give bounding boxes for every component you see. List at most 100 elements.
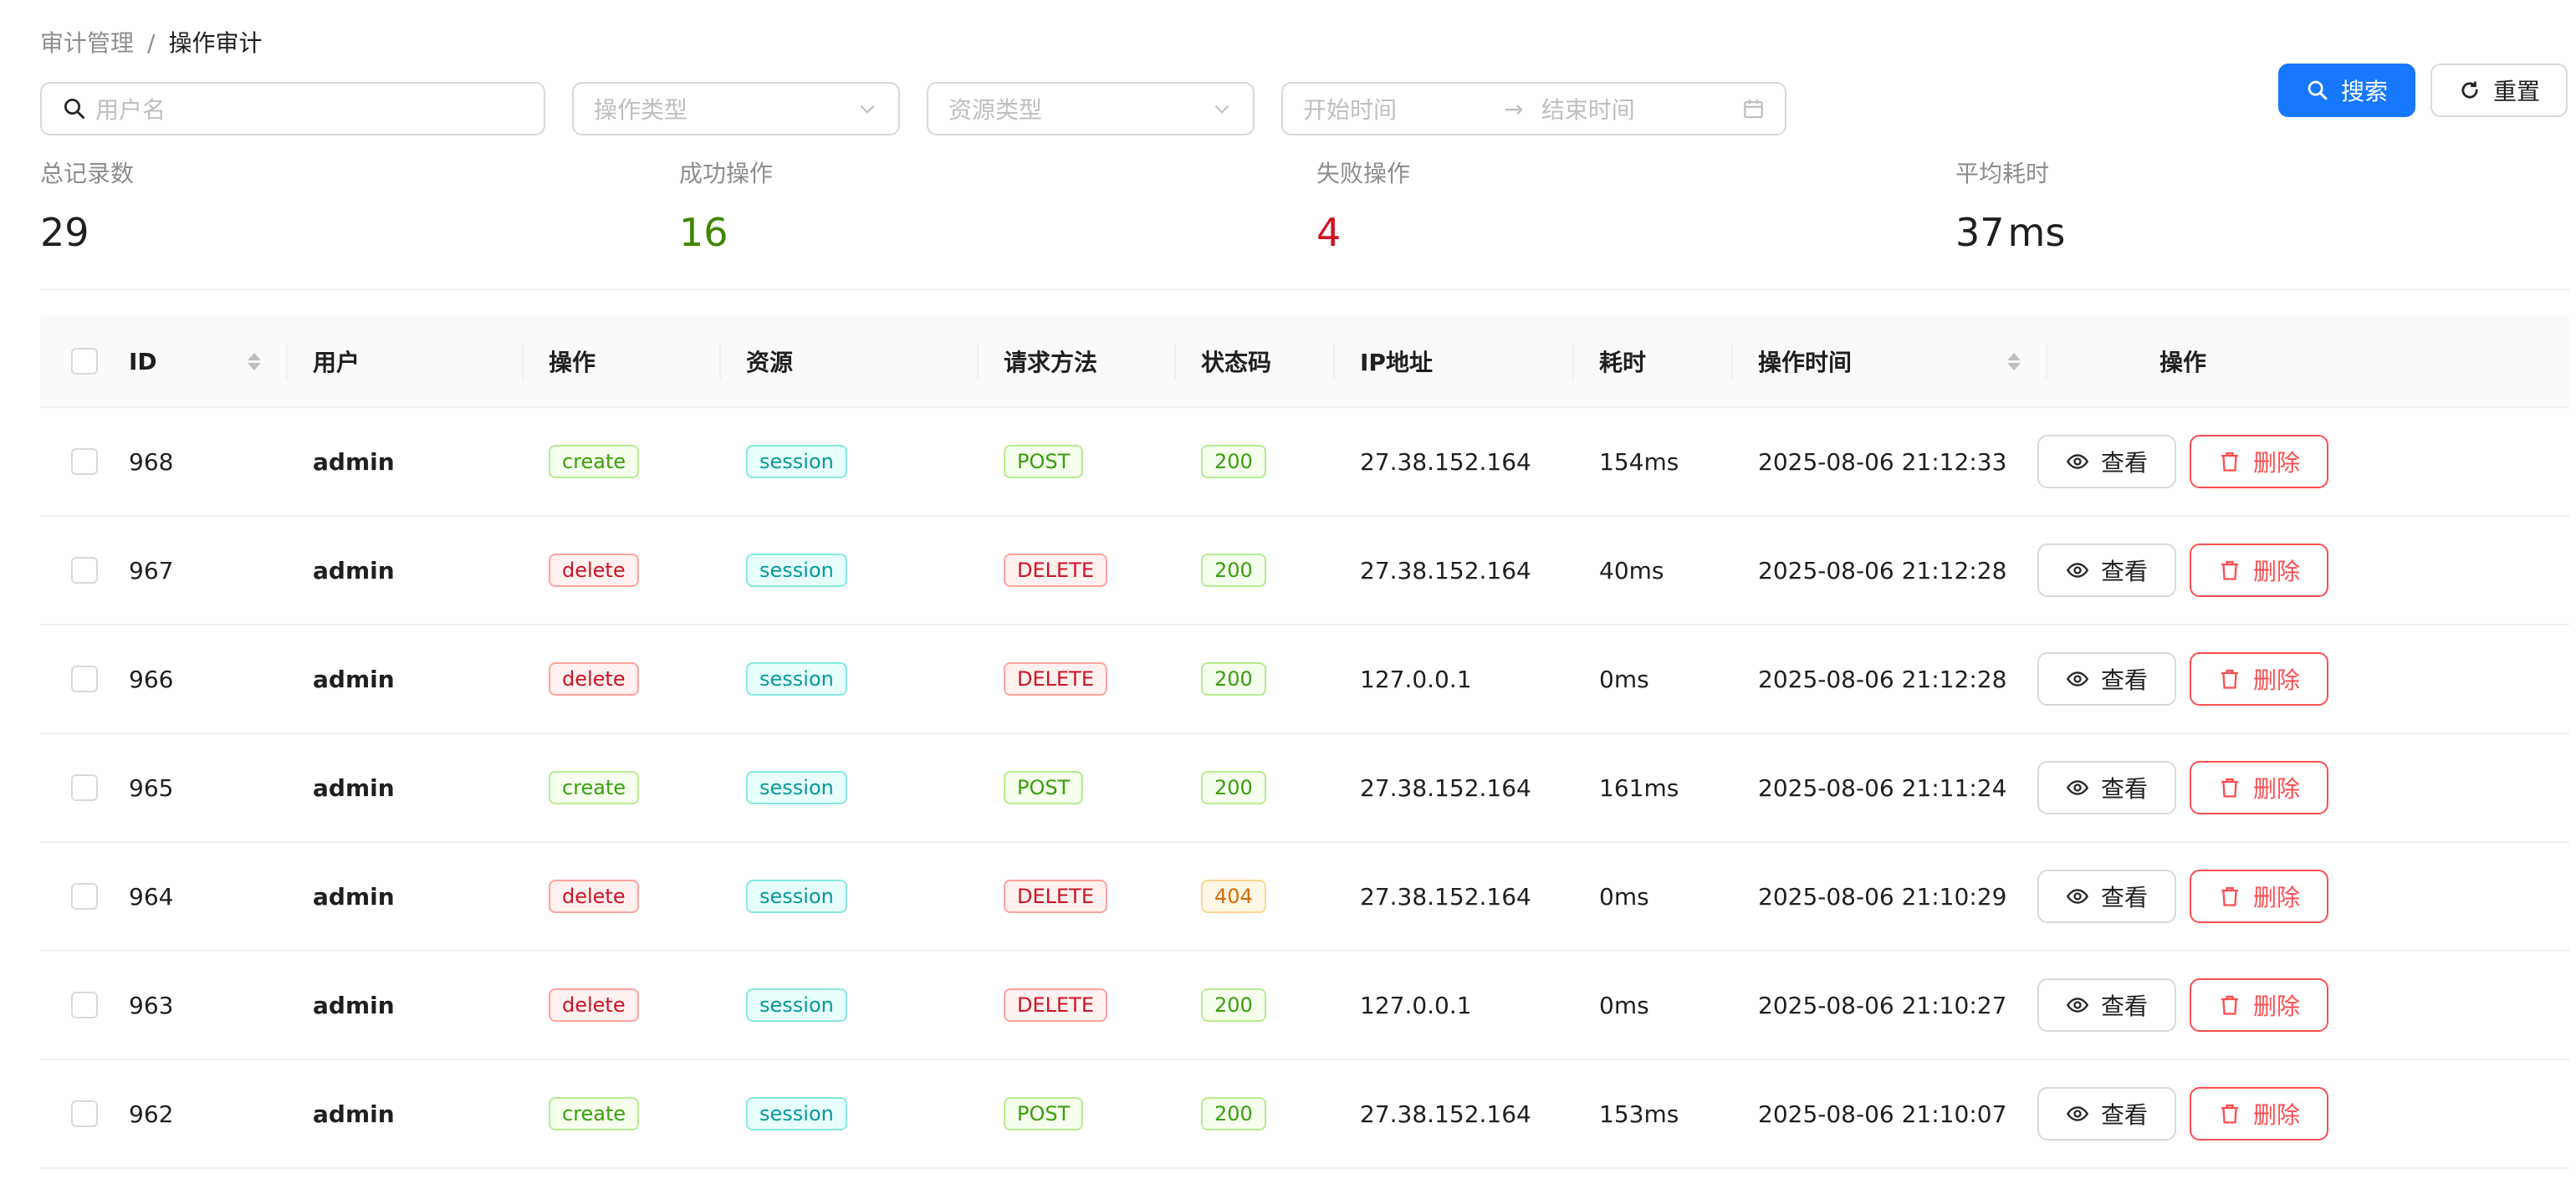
stat-success-operations: 成功操作 16	[679, 157, 773, 258]
cell-resource: session	[719, 517, 977, 624]
row-checkbox[interactable]	[71, 883, 98, 910]
trash-icon	[2221, 886, 2238, 906]
sort-icon[interactable]	[248, 352, 261, 370]
sort-icon[interactable]	[2007, 352, 2021, 370]
row-checkbox[interactable]	[71, 774, 98, 801]
delete-button[interactable]: 删除	[2190, 435, 2328, 488]
row-checkbox[interactable]	[71, 448, 98, 475]
row-id: 963	[129, 991, 174, 1019]
table-row: 966 admin delete session DELETE 200 127.…	[40, 625, 2569, 734]
row-operation-time: 2025-08-06 21:10:27	[1758, 991, 2007, 1019]
cell-method: DELETE	[977, 843, 1174, 950]
stat-label: 成功操作	[679, 160, 774, 187]
row-checkbox[interactable]	[71, 666, 98, 692]
cell-status: 200	[1174, 517, 1333, 624]
breadcrumb-separator: /	[147, 29, 156, 57]
resource-tag: session	[746, 771, 847, 804]
view-button[interactable]: 查看	[2037, 761, 2176, 814]
delete-button[interactable]: 删除	[2190, 652, 2328, 706]
row-select-cell	[40, 408, 129, 515]
date-range-picker[interactable]: 开始时间 → 结束时间	[1281, 82, 1786, 135]
breadcrumb-audit-management[interactable]: 审计管理	[40, 28, 134, 59]
eye-icon	[2066, 454, 2088, 469]
header-separator	[719, 344, 721, 380]
cell-id: 968	[129, 408, 286, 515]
column-header-label: 请求方法	[1004, 349, 1098, 376]
view-button[interactable]: 查看	[2037, 544, 2176, 597]
end-time-input[interactable]: 结束时间	[1541, 92, 1742, 125]
row-username: admin	[313, 556, 395, 584]
eye-icon	[2066, 563, 2088, 578]
row-checkbox[interactable]	[71, 1100, 98, 1127]
header-separator	[1572, 344, 1574, 380]
search-button[interactable]: 搜索	[2278, 64, 2415, 117]
row-operation-time: 2025-08-06 21:10:07	[1758, 1100, 2007, 1128]
method-tag: DELETE	[1004, 554, 1108, 587]
operation-tag: delete	[549, 988, 639, 1022]
cell-actions: 查看 删除	[2037, 843, 2328, 950]
view-button[interactable]: 查看	[2037, 652, 2176, 706]
view-button-label: 查看	[2100, 558, 2148, 585]
resource-type-select[interactable]: 资源类型	[927, 82, 1255, 135]
eye-icon	[2066, 889, 2088, 904]
operation-tag: delete	[549, 662, 639, 696]
stat-number: 37	[1955, 210, 2005, 255]
audit-table: ID 用户 操作 资源 请求方法 状态码 IP地址 耗时 操作时间 操作 968…	[40, 316, 2569, 1169]
breadcrumb: 审计管理 / 操作审计	[40, 28, 262, 59]
cell-duration: 153ms	[1572, 1060, 1731, 1167]
column-header-label: 状态码	[1201, 349, 1272, 376]
view-button-label: 查看	[2100, 775, 2148, 803]
start-time-input[interactable]: 开始时间	[1303, 92, 1504, 125]
header-separator	[286, 344, 288, 380]
table-header: ID 用户 操作 资源 请求方法 状态码 IP地址 耗时 操作时间 操作	[40, 316, 2569, 408]
cell-status: 200	[1174, 1060, 1333, 1167]
username-input[interactable]: 用户名	[40, 82, 545, 135]
cell-operation: create	[522, 1060, 719, 1167]
reset-button[interactable]: 重置	[2430, 64, 2568, 117]
stat-label: 平均耗时	[1955, 160, 2050, 187]
cell-ip: 27.38.152.164	[1333, 408, 1572, 515]
view-button[interactable]: 查看	[2037, 870, 2176, 923]
row-select-cell	[40, 843, 129, 950]
resource-tag: session	[746, 988, 847, 1022]
row-username: admin	[313, 991, 395, 1019]
row-id: 964	[129, 882, 174, 911]
view-button[interactable]: 查看	[2037, 978, 2176, 1032]
cell-status: 404	[1174, 843, 1333, 950]
select-all-checkbox[interactable]	[71, 348, 98, 375]
cell-ip: 127.0.0.1	[1333, 625, 1572, 732]
cell-method: DELETE	[977, 625, 1174, 732]
row-select-cell	[40, 1060, 129, 1167]
stat-unit: ms	[2007, 210, 2066, 255]
view-button[interactable]: 查看	[2037, 435, 2176, 488]
view-button[interactable]: 查看	[2037, 1087, 2176, 1141]
operation-tag: create	[549, 445, 640, 478]
column-header-id[interactable]: ID	[129, 316, 286, 406]
row-ip: 27.38.152.164	[1360, 556, 1531, 584]
delete-button[interactable]: 删除	[2190, 1087, 2328, 1141]
reset-button-label: 重置	[2492, 78, 2540, 105]
cell-operation-time: 2025-08-06 21:12:28	[1731, 517, 2046, 624]
chevron-down-icon	[1214, 105, 1229, 114]
row-username: admin	[313, 773, 395, 802]
row-checkbox[interactable]	[71, 992, 98, 1018]
resource-tag: session	[746, 880, 847, 913]
row-checkbox[interactable]	[71, 557, 98, 584]
table-body: 968 admin create session POST 200 27.38.…	[40, 408, 2569, 1169]
stat-value: 29	[40, 210, 89, 255]
row-ip: 27.38.152.164	[1360, 882, 1531, 911]
view-button-label: 查看	[2100, 884, 2148, 911]
delete-button[interactable]: 删除	[2190, 544, 2328, 597]
stat-average-duration: 平均耗时 37ms	[1955, 157, 2065, 258]
delete-button[interactable]: 删除	[2190, 870, 2328, 923]
column-header-operation-time[interactable]: 操作时间	[1731, 316, 2046, 406]
row-operation-time: 2025-08-06 21:11:24	[1758, 773, 2007, 802]
delete-button[interactable]: 删除	[2190, 978, 2328, 1032]
cell-user: admin	[286, 952, 522, 1059]
stat-failed-operations: 失败操作 4	[1316, 157, 1410, 258]
reload-icon	[2461, 81, 2478, 99]
delete-button[interactable]: 删除	[2190, 761, 2328, 814]
operation-type-select[interactable]: 操作类型	[572, 82, 900, 135]
resource-type-placeholder: 资源类型	[948, 96, 1043, 124]
eye-icon	[2066, 1106, 2088, 1121]
